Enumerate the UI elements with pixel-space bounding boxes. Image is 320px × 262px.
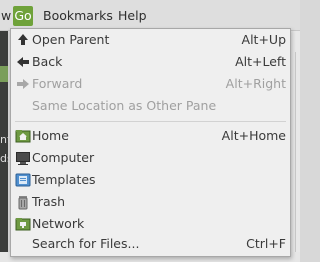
menu-item-shortcut: Alt+Left	[235, 54, 286, 69]
menu-separator	[15, 121, 286, 122]
menu-bookmarks[interactable]: Bookmarks	[39, 6, 117, 26]
menu-item-label: Search for Files...	[32, 236, 140, 251]
menu-item-shortcut: Alt+Right	[225, 76, 286, 91]
menu-item-same-location[interactable]: Same Location as Other Pane	[11, 95, 290, 117]
up-arrow-icon	[15, 32, 31, 48]
menu-item-label: Trash	[32, 194, 66, 209]
menu-item-label: Open Parent	[32, 32, 110, 47]
menu-item-computer[interactable]: Computer	[11, 147, 290, 169]
menu-item-network[interactable]: Network	[11, 213, 290, 235]
menu-item-label: Home	[32, 128, 69, 143]
menu-item-label: Same Location as Other Pane	[32, 98, 217, 113]
menu-item-shortcut: Ctrl+F	[246, 236, 286, 251]
menu-item-templates[interactable]: Templates	[11, 169, 290, 191]
network-folder-icon	[15, 216, 31, 232]
menu-item-open-parent[interactable]: Open Parent Alt+Up	[11, 29, 290, 51]
menu-item-trash[interactable]: Trash	[11, 191, 290, 213]
menu-item-label: Forward	[32, 76, 83, 91]
right-arrow-icon	[15, 76, 31, 92]
menu-item-forward[interactable]: Forward Alt+Right	[11, 73, 290, 95]
menu-item-home[interactable]: Home Alt+Home	[11, 125, 290, 147]
menu-item-label: Computer	[32, 150, 95, 165]
go-menu-dropdown: Open Parent Alt+Up Back Alt+Left Forward…	[10, 28, 291, 257]
menu-go[interactable]: Go	[13, 6, 33, 26]
menu-item-shortcut: Alt+Home	[221, 128, 286, 143]
menu-item-back[interactable]: Back Alt+Left	[11, 51, 290, 73]
home-folder-icon	[15, 128, 31, 144]
menu-item-label: Network	[32, 216, 85, 231]
menu-item-shortcut: Alt+Up	[241, 32, 286, 47]
menubar: w Go Bookmarks Help	[0, 0, 300, 31]
left-arrow-icon	[15, 54, 31, 70]
background-selected-place	[0, 66, 8, 82]
menu-item-label: Back	[32, 54, 63, 69]
menu-help[interactable]: Help	[114, 6, 151, 26]
templates-folder-icon	[15, 172, 31, 188]
computer-icon	[15, 150, 31, 166]
menu-item-search-files[interactable]: Search for Files... Ctrl+F	[11, 233, 290, 255]
trash-icon	[15, 194, 31, 210]
background-pane-divider	[295, 52, 296, 262]
menu-item-label: Templates	[32, 172, 96, 187]
